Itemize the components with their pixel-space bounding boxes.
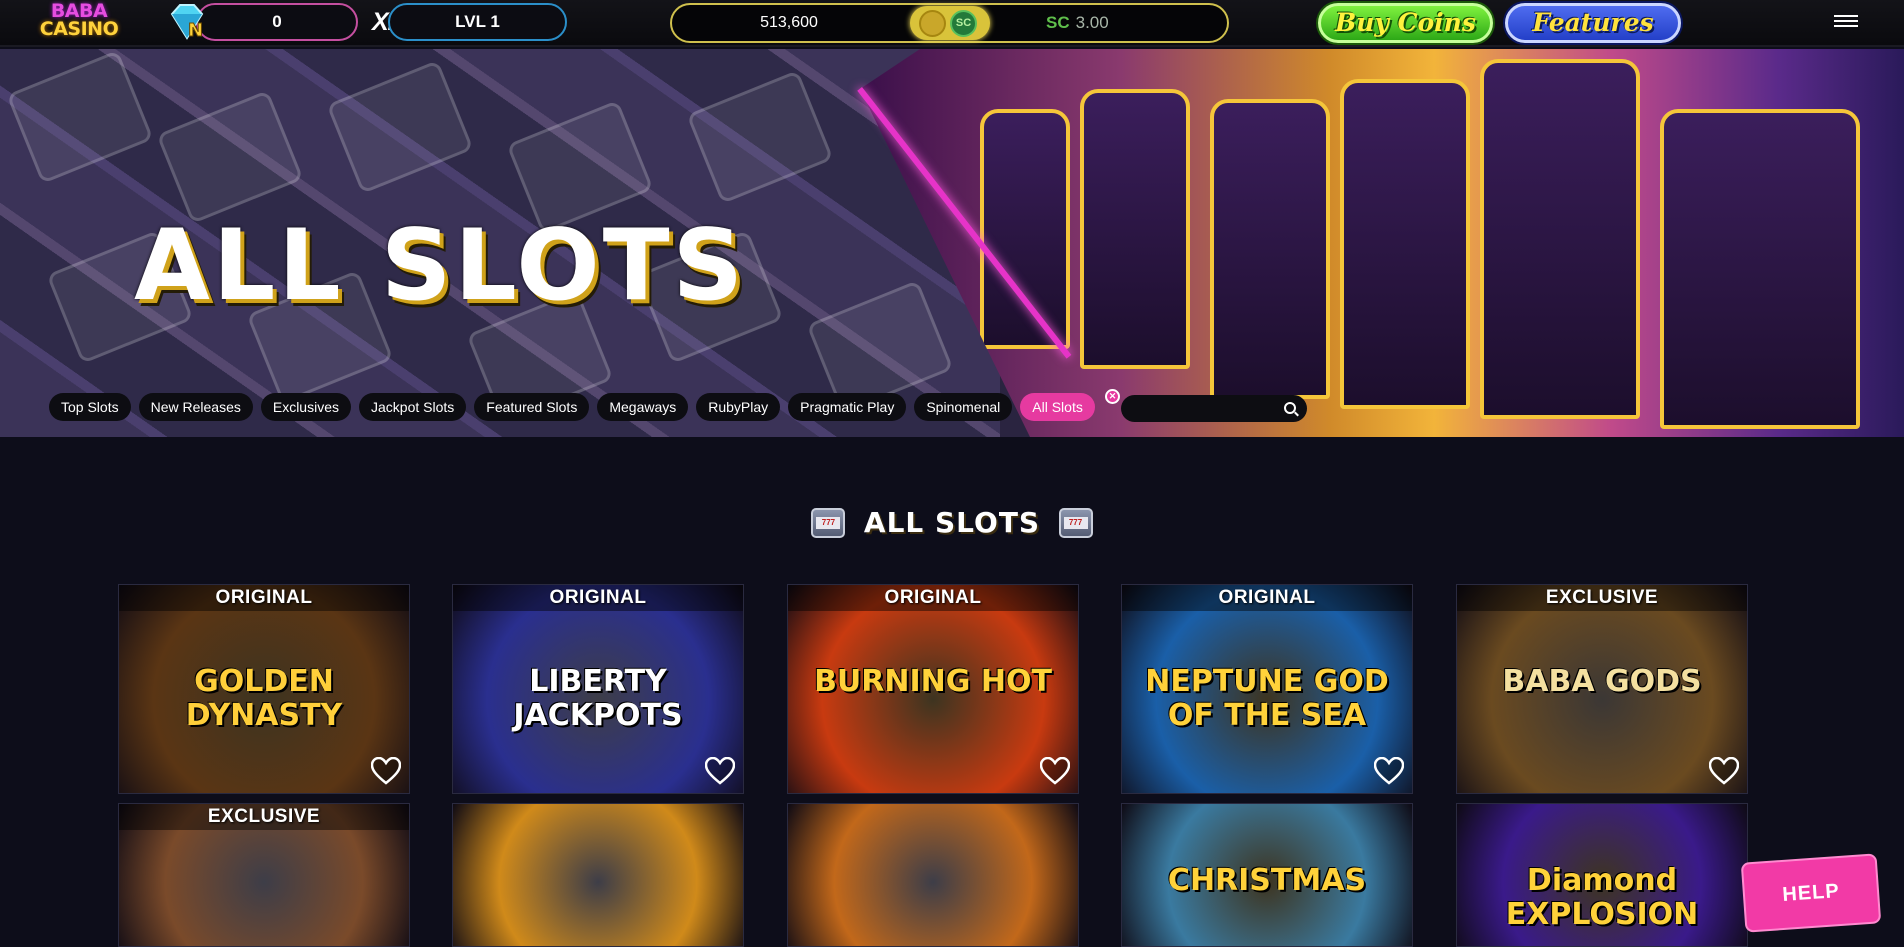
game-badge: ORIGINAL (453, 585, 743, 611)
game-tile[interactable]: ORIGINAL NEPTUNE GOD OF THE SEA (1121, 584, 1413, 794)
game-tile[interactable] (787, 803, 1079, 947)
favorite-heart-icon[interactable] (1039, 756, 1071, 785)
tab-rubyplay[interactable]: RubyPlay (696, 393, 781, 421)
section-heading: ALL SLOTS (0, 506, 1904, 539)
game-tile[interactable]: ORIGINAL GOLDEN DYNASTY (118, 584, 410, 794)
game-title: CHRISTMAS (1167, 863, 1367, 898)
game-title: Diamond EXPLOSION (1505, 863, 1699, 932)
help-button[interactable]: HELP (1742, 855, 1880, 931)
game-tile[interactable] (452, 803, 744, 947)
currency-toggle[interactable]: SC (910, 6, 990, 40)
tab-megaways[interactable]: Megaways (597, 393, 689, 421)
search-icon[interactable] (1284, 402, 1296, 414)
gem-count: 0 (272, 12, 282, 31)
sweeps-coin-balance: SC 3.00 (1046, 5, 1109, 41)
diamond-n-icon: N (170, 4, 204, 42)
game-tile[interactable]: EXCLUSIVE (118, 803, 410, 947)
tab-jackpot-slots[interactable]: Jackpot Slots (359, 393, 467, 421)
gold-coin-balance: 513,600 (760, 14, 818, 31)
slot-machine-icon (1058, 507, 1093, 538)
game-title: BURNING HOT (814, 664, 1052, 699)
sc-label: SC (1046, 13, 1070, 32)
game-title: NEPTUNE GOD OF THE SEA (1145, 664, 1389, 733)
gem-balance[interactable]: 0 (196, 3, 358, 41)
game-badge: EXCLUSIVE (1457, 585, 1747, 611)
favorite-heart-icon[interactable] (1373, 756, 1405, 785)
section-title: ALL SLOTS (863, 506, 1041, 539)
slot-machine-icon (811, 507, 846, 538)
features-button[interactable]: Features (1505, 3, 1681, 43)
favorite-heart-icon[interactable] (704, 756, 736, 785)
clear-filter-icon[interactable]: ✕ (1105, 389, 1120, 404)
buy-coins-button[interactable]: Buy Coins (1318, 3, 1493, 43)
search-field[interactable] (1121, 395, 1307, 422)
hero-title: ALL SLOTS (134, 209, 747, 323)
level-badge[interactable]: LVL 1 (388, 3, 567, 41)
search-input[interactable] (1131, 399, 1271, 418)
tab-spinomenal[interactable]: Spinomenal (914, 393, 1013, 421)
game-title: BABA GODS (1502, 664, 1702, 699)
game-tile[interactable]: Diamond EXPLOSION (1456, 803, 1748, 947)
tab-exclusives[interactable]: Exclusives (260, 393, 351, 421)
sc-amount: 3.00 (1075, 13, 1109, 32)
tab-pragmatic-play[interactable]: Pragmatic Play (788, 393, 907, 421)
level-text: LVL 1 (455, 12, 500, 31)
game-tile[interactable]: ORIGINAL LIBERTY JACKPOTS (452, 584, 744, 794)
sweeps-coin-icon: SC (950, 10, 977, 37)
currency-bar: 513,600 SC SC 3.00 (670, 3, 1229, 43)
game-badge: ORIGINAL (1122, 585, 1412, 611)
game-tile[interactable]: ORIGINAL BURNING HOT (787, 584, 1079, 794)
favorite-heart-icon[interactable] (1708, 756, 1740, 785)
category-tabs: Top Slots New Releases Exclusives Jackpo… (49, 393, 1103, 423)
top-bar: BABA CASINO 0 N XP LVL 1 513,600 SC SC3.… (0, 0, 1904, 47)
baba-casino-logo[interactable]: BABA CASINO (38, 2, 120, 42)
game-title: GOLDEN DYNASTY (185, 664, 343, 733)
gold-coin-icon (919, 10, 946, 37)
hamburger-menu-icon[interactable] (1834, 15, 1858, 29)
tab-new-releases[interactable]: New Releases (138, 393, 253, 421)
game-tile[interactable]: EXCLUSIVE BABA GODS (1456, 584, 1748, 794)
tab-all-slots[interactable]: All Slots (1020, 393, 1095, 421)
game-badge: EXCLUSIVE (119, 804, 409, 830)
game-title: LIBERTY JACKPOTS (513, 664, 683, 733)
casino-machines-image (860, 49, 1904, 437)
game-tile[interactable]: CHRISTMAS (1121, 803, 1413, 947)
tab-featured-slots[interactable]: Featured Slots (474, 393, 590, 421)
svg-text:N: N (188, 20, 203, 41)
favorite-heart-icon[interactable] (370, 756, 402, 785)
hero-banner: ALL SLOTS (0, 49, 1904, 437)
game-badge: ORIGINAL (788, 585, 1078, 611)
tab-top-slots[interactable]: Top Slots (49, 393, 131, 421)
game-badge: ORIGINAL (119, 585, 409, 611)
